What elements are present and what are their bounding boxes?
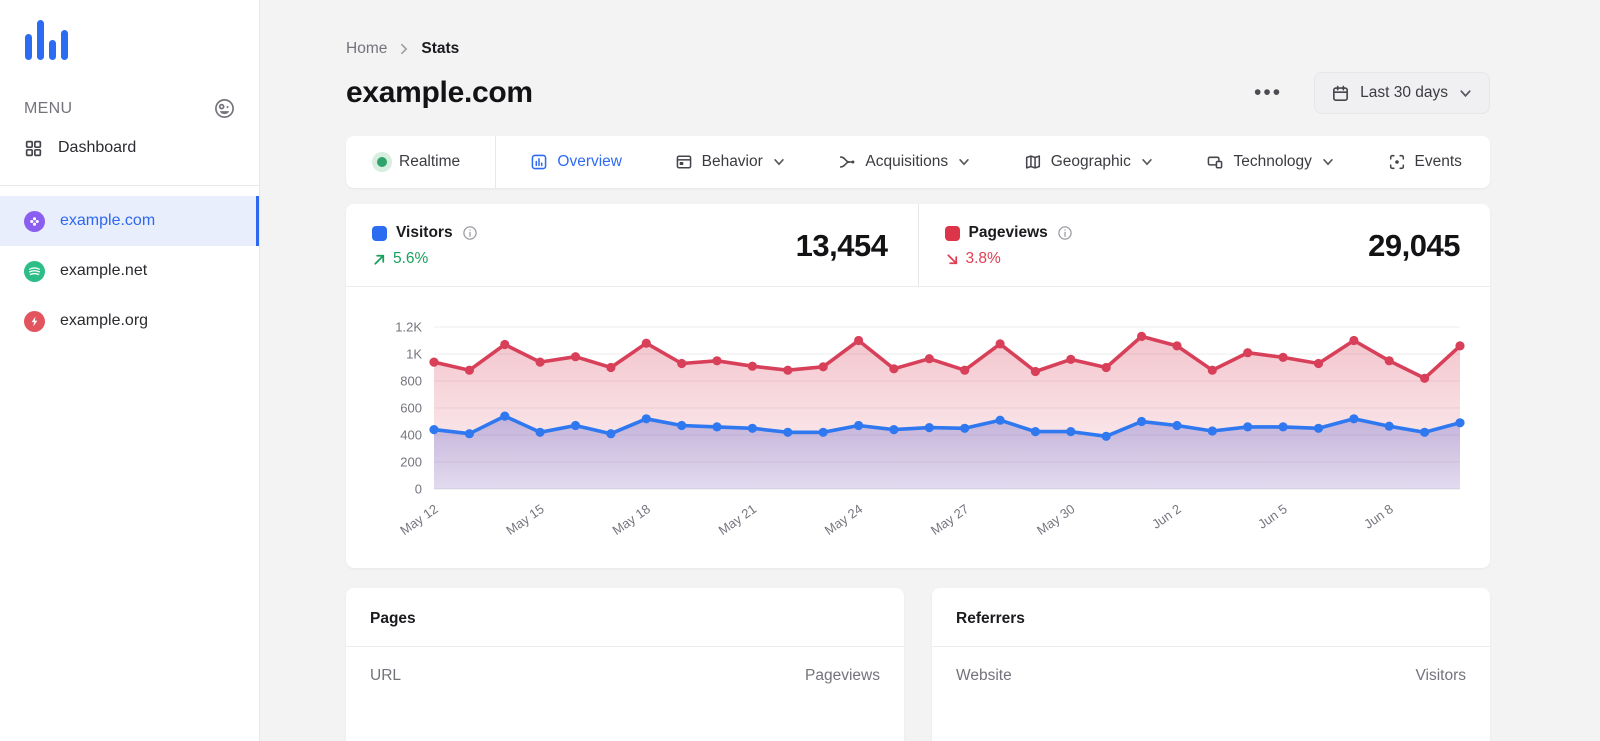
more-options-button[interactable]: ••• [1252,82,1284,104]
svg-text:May 30: May 30 [1034,501,1078,538]
pages-panel: Pages URL Pageviews [346,588,904,741]
svg-text:May 12: May 12 [397,501,441,538]
svg-text:Jun 5: Jun 5 [1255,501,1290,532]
tab-overview[interactable]: Overview [512,136,640,188]
realtime-live-dot-icon [377,157,387,167]
pages-col-pageviews: Pageviews [805,667,880,685]
site-favicon-bolt-icon [24,311,45,332]
traffic-chart: 0 200 400 600 800 1K 1.2K May 12 May 15 May 18 May… [346,287,1490,568]
svg-text:200: 200 [400,455,422,470]
referrers-panel: Referrers Website Visitors [932,588,1490,741]
arrow-up-right-icon [372,252,387,267]
sidebar-item-label: Dashboard [58,139,136,157]
referrers-col-website: Website [956,667,1012,685]
referrers-panel-title: Referrers [932,588,1490,647]
svg-text:May 18: May 18 [609,501,653,538]
sidebar-item-example-org[interactable]: example.org [0,296,259,346]
svg-text:600: 600 [400,401,422,416]
geographic-map-icon [1024,153,1042,171]
referrers-col-visitors: Visitors [1415,667,1466,685]
site-name: example.org [60,312,148,330]
app-logo-icon[interactable] [25,18,259,60]
menu-section-label: MENU [24,100,72,118]
tab-realtime[interactable]: Realtime [356,136,478,188]
visitors-stat: Visitors 5.6% 13,454 [346,204,918,286]
breadcrumb: Home Stats [346,40,1490,58]
chevron-down-icon [957,155,971,169]
date-range-label: Last 30 days [1360,84,1448,102]
tab-acquisitions[interactable]: Acquisitions [820,136,989,188]
visitors-delta: 5.6% [393,250,428,268]
visitors-label: Visitors [396,224,453,242]
svg-text:800: 800 [400,374,422,389]
tab-separator [495,136,496,188]
sidebar-divider [0,185,259,186]
pages-panel-title: Pages [346,588,904,647]
visitors-legend-swatch [372,226,387,241]
tab-events[interactable]: Events [1370,136,1480,188]
pageviews-legend-swatch [945,226,960,241]
visitors-value: 13,454 [796,228,888,264]
svg-text:400: 400 [400,428,422,443]
svg-text:May 21: May 21 [716,501,760,538]
svg-text:Jun 8: Jun 8 [1361,501,1396,532]
acquisitions-branch-icon [838,153,856,171]
pageviews-stat: Pageviews 3.8% 29,045 [918,204,1491,286]
svg-text:0: 0 [415,482,422,497]
overview-chart-icon [530,153,548,171]
site-favicon-clover-icon [24,211,45,232]
profile-icon[interactable] [214,98,235,119]
site-name: example.net [60,262,147,280]
sidebar-item-example-net[interactable]: example.net [0,246,259,296]
chevron-down-icon [772,155,786,169]
technology-devices-icon [1206,153,1224,171]
behavior-window-icon [675,153,693,171]
svg-text:1.2K: 1.2K [395,320,422,335]
pageviews-delta: 3.8% [966,250,1001,268]
breadcrumb-home-link[interactable]: Home [346,40,387,58]
svg-text:May 15: May 15 [503,501,547,538]
tab-technology[interactable]: Technology [1188,136,1352,188]
svg-text:Jun 2: Jun 2 [1149,501,1184,532]
page-title: example.com [346,76,533,110]
tab-behavior[interactable]: Behavior [657,136,804,188]
pageviews-value: 29,045 [1368,228,1460,264]
chevron-down-icon [1140,155,1154,169]
arrow-down-right-icon [945,252,960,267]
info-icon[interactable] [462,225,478,241]
chevron-right-icon [397,42,411,56]
events-scan-icon [1388,153,1406,171]
chevron-down-icon [1458,86,1473,101]
metrics-chart-card: Visitors 5.6% 13,454 [346,204,1490,568]
tab-geographic[interactable]: Geographic [1006,136,1172,188]
chevron-down-icon [1321,155,1335,169]
sidebar-item-dashboard[interactable]: Dashboard [0,125,259,171]
main-content: Home Stats example.com ••• Last 30 days [260,0,1600,741]
site-name: example.com [60,212,155,230]
info-icon[interactable] [1057,225,1073,241]
sidebar-item-example-com[interactable]: example.com [0,196,259,246]
tab-bar: Realtime Overview Behavior [346,136,1490,188]
svg-text:1K: 1K [406,347,422,362]
breadcrumb-current: Stats [421,40,459,58]
date-range-button[interactable]: Last 30 days [1314,72,1490,114]
calendar-icon [1331,84,1350,103]
pageviews-label: Pageviews [969,224,1048,242]
svg-text:May 24: May 24 [822,501,866,538]
svg-text:May 27: May 27 [928,501,972,538]
sidebar: MENU Dashboard [0,0,260,741]
dashboard-grid-icon [24,139,43,158]
site-favicon-waves-icon [24,261,45,282]
pages-col-url: URL [370,667,401,685]
line-chart-svg: 0 200 400 600 800 1K 1.2K May 12 May 15 May 18 May… [370,313,1466,557]
